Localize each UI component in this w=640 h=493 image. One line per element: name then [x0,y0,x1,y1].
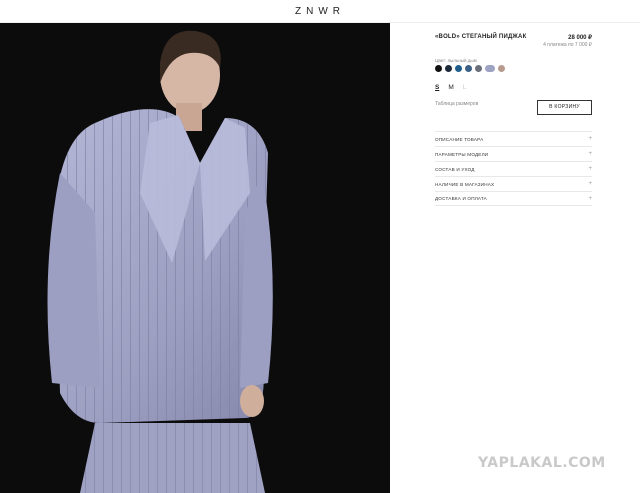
watermark: YAPLAKAL.COM [478,455,606,471]
product-title: «BOLD» СТЕГАНЫЙ ПИДЖАК [435,34,527,40]
size-option-l[interactable]: L [463,84,467,91]
size-option-s[interactable]: S [435,84,439,91]
accordion-label: СОСТАВ И УХОД [435,166,475,172]
add-to-cart-button[interactable]: В КОРЗИНУ [537,100,592,115]
color-swatch[interactable] [475,65,482,72]
plus-icon: + [588,195,592,202]
installment-info: 4 платежа по 7 000 ₽ [543,42,592,48]
accordion-item-model-params[interactable]: ПАРАМЕТРЫ МОДЕЛИ + [435,146,592,161]
brand-logo[interactable]: ZNWR [0,6,640,17]
accordion-label: ПАРАМЕТРЫ МОДЕЛИ [435,151,489,157]
product-price: 28 000 ₽ [568,35,592,41]
size-option-m[interactable]: M [448,84,453,91]
product-details-panel: «BOLD» СТЕГАНЫЙ ПИДЖАК 28 000 ₽ 4 платеж… [390,23,640,493]
accordion-item-delivery[interactable]: ДОСТАВКА И ОПЛАТА + [435,191,592,206]
size-selector: S M L [435,84,466,91]
color-swatch[interactable] [435,65,442,72]
plus-icon: + [588,166,592,172]
plus-icon: + [588,136,592,142]
color-swatch[interactable] [455,65,462,72]
color-swatch[interactable] [498,65,505,72]
product-info-accordion: ОПИСАНИЕ ТОВАРА + ПАРАМЕТРЫ МОДЕЛИ + СОС… [435,131,592,206]
color-swatch[interactable] [465,65,472,72]
site-header: ZNWR [0,0,640,23]
plus-icon: + [588,181,592,187]
accordion-label: ОПИСАНИЕ ТОВАРА [435,136,484,142]
size-table-link[interactable]: Таблица размеров [435,101,478,107]
plus-icon: + [588,151,592,157]
jacket-model-image [0,23,390,493]
product-photo[interactable] [0,23,390,493]
color-swatch[interactable] [445,65,452,72]
accordion-item-composition[interactable]: СОСТАВ И УХОД + [435,161,592,176]
accordion-item-store-availability[interactable]: НАЛИЧИЕ В МАГАЗИНАХ + [435,176,592,191]
accordion-item-description[interactable]: ОПИСАНИЕ ТОВАРА + [435,131,592,146]
color-label: Цвет: пыльный дым [435,58,477,63]
accordion-label: НАЛИЧИЕ В МАГАЗИНАХ [435,181,495,187]
color-swatch-selected[interactable] [485,65,495,72]
accordion-label: ДОСТАВКА И ОПЛАТА [435,196,487,201]
color-swatches [435,65,505,72]
